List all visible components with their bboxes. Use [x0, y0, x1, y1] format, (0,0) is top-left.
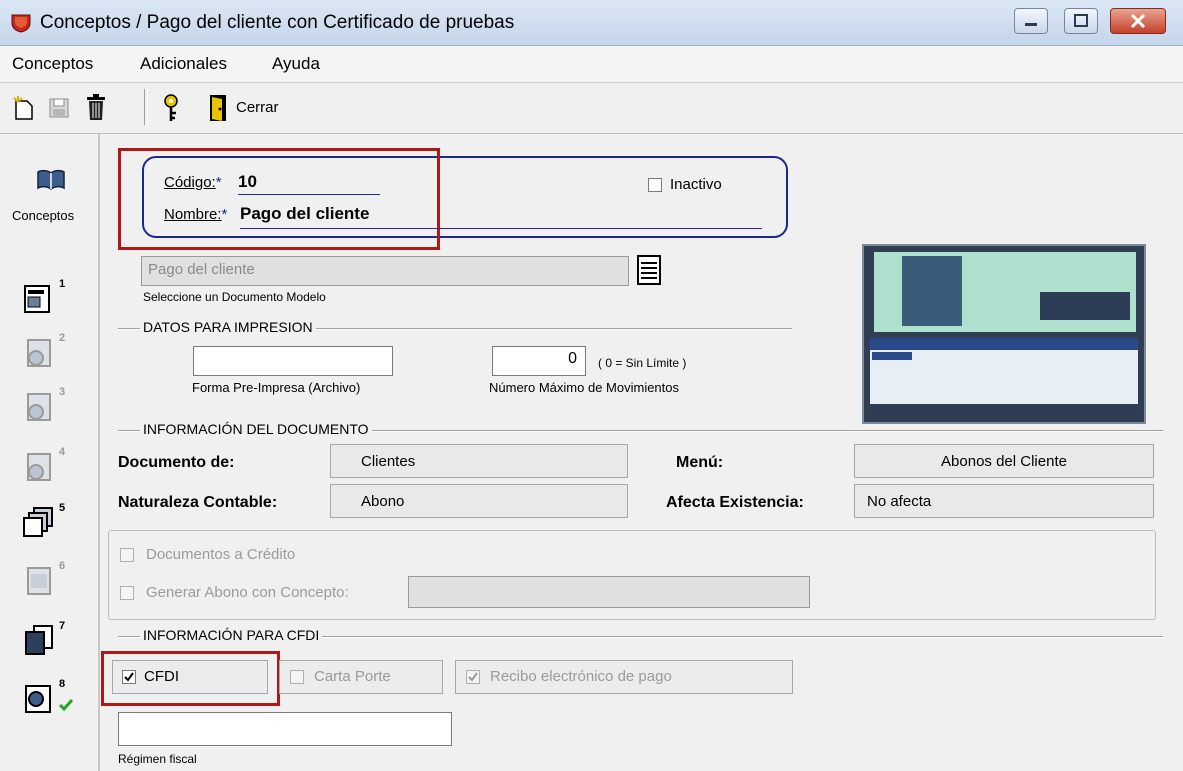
close-window-button[interactable]: [1110, 8, 1166, 34]
inactivo-checkbox[interactable]: [648, 178, 662, 192]
modelo-caption: Seleccione un Documento Modelo: [143, 290, 326, 304]
inactivo-label[interactable]: Inactivo: [670, 176, 722, 193]
sidebar-num-5: 5: [59, 502, 66, 514]
highlight-box-code: [118, 148, 440, 250]
document-config-icon-5[interactable]: [22, 506, 56, 540]
documento-group-label: INFORMACIÓN DEL DOCUMENTO: [140, 421, 372, 437]
new-document-icon[interactable]: [12, 95, 36, 121]
regimen-fiscal-input[interactable]: [118, 712, 452, 746]
book-icon[interactable]: [36, 168, 66, 192]
sidebar-num-6: 6: [59, 560, 66, 572]
sidebar-conceptos-label[interactable]: Conceptos: [12, 208, 74, 223]
toolbar-separator: [144, 89, 148, 125]
generar-abono-checkbox[interactable]: [120, 586, 134, 600]
document-config-icon-2[interactable]: [22, 336, 56, 370]
key-icon[interactable]: [160, 93, 182, 123]
carta-porte-label[interactable]: Carta Porte: [314, 668, 391, 685]
menu-ayuda[interactable]: Ayuda: [272, 54, 320, 74]
title-bar: Conceptos / Pago del cliente con Certifi…: [0, 0, 1183, 46]
cfdi-group-label: INFORMACIÓN PARA CFDI: [140, 627, 323, 643]
maximize-button[interactable]: [1064, 8, 1098, 34]
sidebar-num-1: 1: [59, 278, 66, 290]
nombre-label: Nombre:*: [164, 206, 228, 223]
document-config-icon-6[interactable]: [22, 564, 56, 598]
naturaleza-field: Abono: [330, 484, 628, 518]
generar-abono-input[interactable]: [408, 576, 810, 608]
credito-checkbox[interactable]: [120, 548, 134, 562]
documento-de-label: Documento de:: [118, 454, 235, 471]
menu-field-label: Menú:: [676, 454, 724, 471]
max-mov-hint: ( 0 = Sin Límite ): [598, 356, 687, 370]
forma-preimpresa-input[interactable]: [193, 346, 393, 376]
recibo-pago-label[interactable]: Recibo electrónico de pago: [490, 668, 672, 685]
sidebar-num-3: 3: [59, 386, 66, 398]
sidebar-num-4: 4: [59, 446, 66, 458]
app-icon: [10, 13, 32, 33]
minimize-button[interactable]: [1014, 8, 1048, 34]
menu-conceptos[interactable]: Conceptos: [12, 54, 93, 74]
document-picker-icon[interactable]: [636, 254, 664, 288]
afecta-existencia-field: No afecta: [854, 484, 1154, 518]
menu-field: Abonos del Cliente: [854, 444, 1154, 478]
sidebar-num-2: 2: [59, 332, 66, 344]
nombre-input[interactable]: Pago del cliente: [240, 204, 762, 229]
document-config-icon-1[interactable]: [22, 282, 56, 316]
sidebar-num-7: 7: [59, 620, 66, 632]
codigo-label: Código:*: [164, 174, 222, 191]
close-label[interactable]: Cerrar: [236, 99, 279, 116]
document-config-icon-3[interactable]: [22, 390, 56, 424]
document-preview-thumbnail: [862, 244, 1146, 424]
impresion-group-label: DATOS PARA IMPRESION: [140, 319, 316, 335]
regimen-caption: Régimen fiscal: [118, 752, 197, 766]
documento-modelo-field[interactable]: Pago del cliente: [141, 256, 629, 286]
window-title: Conceptos / Pago del cliente con Certifi…: [40, 12, 515, 33]
sidebar: Conceptos 1 2 3 4 5 6 7 8: [0, 134, 100, 771]
document-config-icon-7[interactable]: [22, 624, 56, 658]
menu-adicionales[interactable]: Adicionales: [140, 54, 227, 74]
forma-caption: Forma Pre-Impresa (Archivo): [192, 380, 361, 395]
save-icon[interactable]: [48, 97, 70, 119]
max-mov-caption: Número Máximo de Movimientos: [489, 380, 680, 395]
max-movimientos-input[interactable]: 0: [492, 346, 586, 376]
sidebar-num-8: 8: [59, 678, 66, 690]
naturaleza-label: Naturaleza Contable:: [118, 494, 278, 511]
credito-label[interactable]: Documentos a Crédito: [146, 546, 295, 563]
exit-door-icon[interactable]: [208, 93, 230, 123]
delete-trash-icon[interactable]: [84, 93, 108, 121]
highlight-box-cfdi: [101, 651, 280, 706]
documento-de-field: Clientes: [330, 444, 628, 478]
document-config-icon-8[interactable]: [22, 682, 56, 716]
recibo-pago-checkbox[interactable]: [466, 670, 480, 684]
generar-abono-label[interactable]: Generar Abono con Concepto:: [146, 584, 349, 601]
menu-bar: Conceptos Adicionales Ayuda: [0, 46, 1183, 83]
codigo-input[interactable]: 10: [238, 172, 380, 195]
checkmark-icon: [58, 698, 74, 712]
afecta-existencia-label: Afecta Existencia:: [666, 494, 804, 511]
document-config-icon-4[interactable]: [22, 450, 56, 484]
toolbar: Cerrar: [0, 83, 1183, 134]
carta-porte-checkbox[interactable]: [290, 670, 304, 684]
